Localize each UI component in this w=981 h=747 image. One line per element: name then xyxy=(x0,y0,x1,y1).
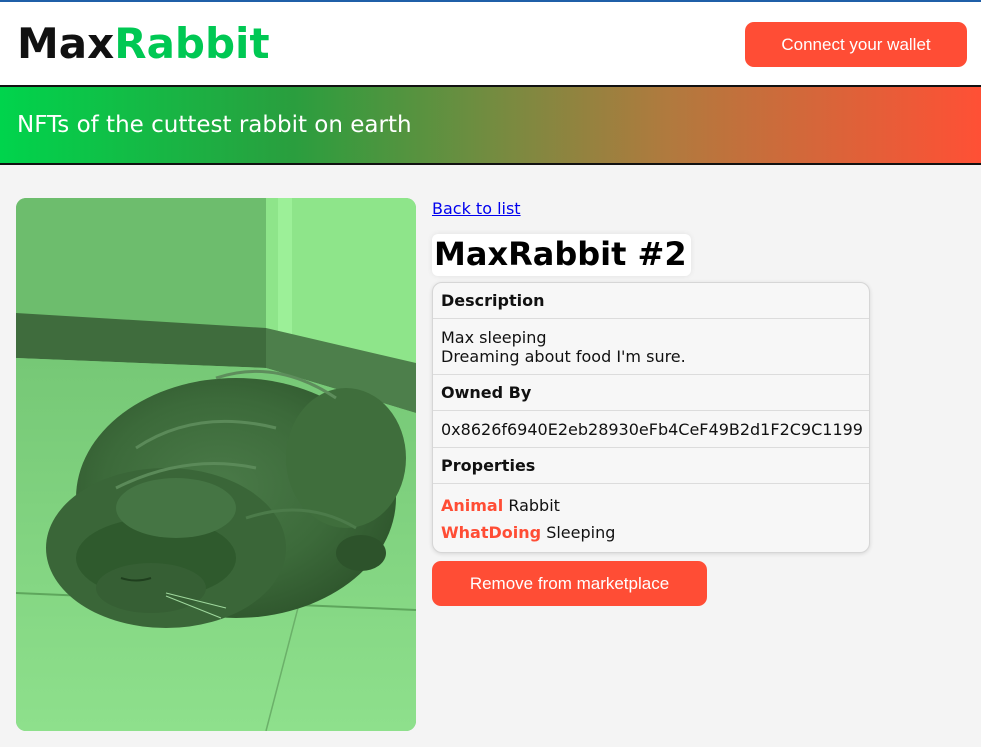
site-header: MaxRabbit Connect your wallet xyxy=(0,2,981,87)
connect-wallet-button[interactable]: Connect your wallet xyxy=(745,22,967,67)
description-body: Max sleeping Dreaming about food I'm sur… xyxy=(433,319,869,375)
hero-banner: NFTs of the cuttest rabbit on earth xyxy=(0,87,981,165)
description-line: Dreaming about food I'm sure. xyxy=(441,347,686,366)
nft-image xyxy=(16,198,416,731)
nft-title: MaxRabbit #2 xyxy=(432,234,691,276)
logo-rabbit: Rabbit xyxy=(114,19,270,68)
logo[interactable]: MaxRabbit xyxy=(17,20,270,68)
property-value: Sleeping xyxy=(546,523,616,542)
owner-address: 0x8626f6940E2eb28930eFb4CeF49B2d1F2C9C11… xyxy=(433,411,869,448)
owner-heading: Owned By xyxy=(433,375,869,411)
logo-max: Max xyxy=(17,19,115,68)
property-value: Rabbit xyxy=(508,496,560,515)
banner-tagline: NFTs of the cuttest rabbit on earth xyxy=(17,112,412,138)
description-line: Max sleeping xyxy=(441,328,547,347)
property-row: Animal Rabbit xyxy=(441,492,861,519)
property-key: WhatDoing xyxy=(441,523,542,542)
back-to-list-link[interactable]: Back to list xyxy=(432,199,521,219)
nft-details-card: Description Max sleeping Dreaming about … xyxy=(432,282,870,553)
properties-heading: Properties xyxy=(433,448,869,484)
properties-list: Animal Rabbit WhatDoing Sleeping xyxy=(433,484,869,552)
description-heading: Description xyxy=(433,283,869,319)
rabbit-photo-illustration xyxy=(16,198,416,731)
property-row: WhatDoing Sleeping xyxy=(441,519,861,546)
remove-from-marketplace-button[interactable]: Remove from marketplace xyxy=(432,561,707,606)
property-key: Animal xyxy=(441,496,504,515)
